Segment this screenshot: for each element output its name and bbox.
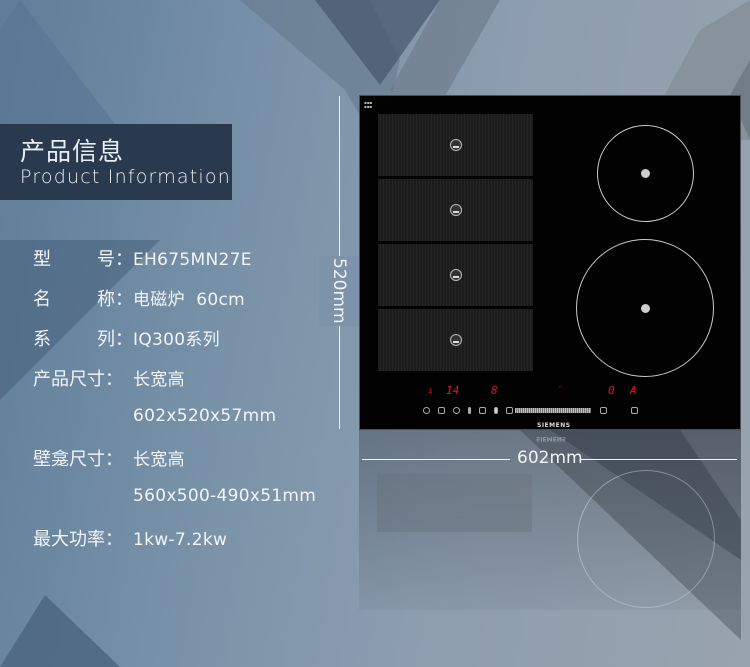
spec-label-char: 系 bbox=[33, 329, 51, 350]
width-dimension-line-left bbox=[362, 459, 510, 460]
spec-row-product-size-value: 602x520x57mm bbox=[33, 405, 276, 426]
flex-zone-1 bbox=[378, 114, 533, 176]
spec-value: EH675MN27E bbox=[133, 250, 252, 270]
reflection-zone bbox=[377, 474, 532, 532]
display-indicator: - bbox=[558, 382, 563, 391]
reflection-ring bbox=[577, 470, 715, 608]
spec-label-char: 型 bbox=[33, 249, 51, 270]
spec-label: 名 称： bbox=[33, 285, 133, 311]
ring-center-icon bbox=[640, 303, 650, 313]
spec-label-char: 名 bbox=[33, 289, 51, 310]
ring-center-icon bbox=[641, 169, 650, 178]
width-dimension-line-right bbox=[580, 459, 737, 460]
width-dimension-label: 602mm bbox=[517, 448, 583, 468]
spec-label: 产品尺寸： bbox=[33, 369, 123, 390]
display-zone-left: 14 bbox=[446, 384, 460, 397]
spec-label-char: 称： bbox=[97, 289, 133, 310]
header-title-en: Product Information bbox=[20, 166, 231, 188]
spec-label: 型 号： bbox=[33, 245, 133, 271]
cooktop-corner-logo: ▪▪▪ ▪▪▪ bbox=[364, 100, 373, 109]
child-lock-icon[interactable] bbox=[438, 407, 445, 414]
pan-icon bbox=[449, 204, 462, 216]
spec-label-char: 号： bbox=[97, 249, 133, 270]
touch-controls-right[interactable] bbox=[600, 407, 646, 414]
header-title-cn: 产品信息 bbox=[20, 137, 125, 166]
spec-value: 602x520x57mm bbox=[133, 406, 277, 426]
display-indicator: ı bbox=[428, 386, 433, 395]
spec-row-product-size: 产品尺寸： 长宽高 bbox=[33, 365, 185, 391]
brand-logo: SIEMENS bbox=[537, 422, 571, 429]
spec-value: 1kw-7.2kw bbox=[133, 530, 228, 550]
flex-select-icon[interactable] bbox=[494, 407, 498, 414]
spec-row-niche-size: 壁龛尺寸： 长宽高 bbox=[33, 445, 185, 471]
zone-select-icon[interactable] bbox=[600, 407, 607, 414]
spec-value: 560x500-490x51mm bbox=[133, 486, 317, 506]
timer-icon[interactable] bbox=[453, 407, 460, 414]
cooking-ring-small bbox=[597, 125, 694, 222]
cooking-ring-large bbox=[576, 239, 714, 377]
display-zone-right-2: A bbox=[630, 384, 637, 397]
power-slider[interactable] bbox=[515, 408, 591, 413]
reflection-brand: SIEMENS bbox=[536, 435, 567, 442]
product-info-header: 产品信息 Product Information bbox=[0, 124, 232, 200]
touch-controls[interactable] bbox=[423, 407, 521, 414]
spec-row-name: 名 称： 电磁炉 60cm bbox=[33, 285, 245, 311]
display-zone-mid: 8 bbox=[491, 384, 498, 397]
flex-zone-4 bbox=[378, 309, 533, 371]
pan-icon bbox=[449, 334, 462, 346]
spec-label: 壁龛尺寸： bbox=[33, 449, 123, 470]
spec-row-max-power: 最大功率： 1kw-7.2kw bbox=[33, 525, 227, 551]
pan-icon bbox=[449, 139, 462, 151]
pan-icon bbox=[449, 269, 462, 281]
powerboost-icon[interactable] bbox=[468, 407, 471, 414]
zone-select-icon[interactable] bbox=[631, 407, 638, 414]
flex-zone-3 bbox=[378, 244, 533, 306]
zone-select-icon[interactable] bbox=[506, 407, 513, 414]
spec-value: 长宽高 bbox=[133, 370, 185, 390]
spec-label-char: 列： bbox=[97, 329, 133, 350]
induction-cooktop: ▪▪▪ ▪▪▪ ı 14 8 - 0 A SIEMENS bbox=[359, 95, 741, 430]
zone-select-icon[interactable] bbox=[479, 407, 486, 414]
height-dimension-label: 520mm bbox=[319, 256, 359, 326]
spec-value: IQ300系列 bbox=[133, 330, 220, 350]
spec-value: 长宽高 bbox=[133, 450, 185, 470]
spec-label: 系 列： bbox=[33, 325, 133, 351]
flex-zone-2 bbox=[378, 179, 533, 241]
spec-row-model: 型 号： EH675MN27E bbox=[33, 245, 252, 271]
display-zone-right-1: 0 bbox=[608, 384, 615, 397]
spec-row-series: 系 列： IQ300系列 bbox=[33, 325, 220, 351]
spec-label: 最大功率： bbox=[33, 529, 123, 550]
power-icon[interactable] bbox=[423, 407, 430, 414]
spec-value: 电磁炉 60cm bbox=[133, 290, 246, 310]
spec-row-niche-size-value: 560x500-490x51mm bbox=[33, 485, 316, 506]
